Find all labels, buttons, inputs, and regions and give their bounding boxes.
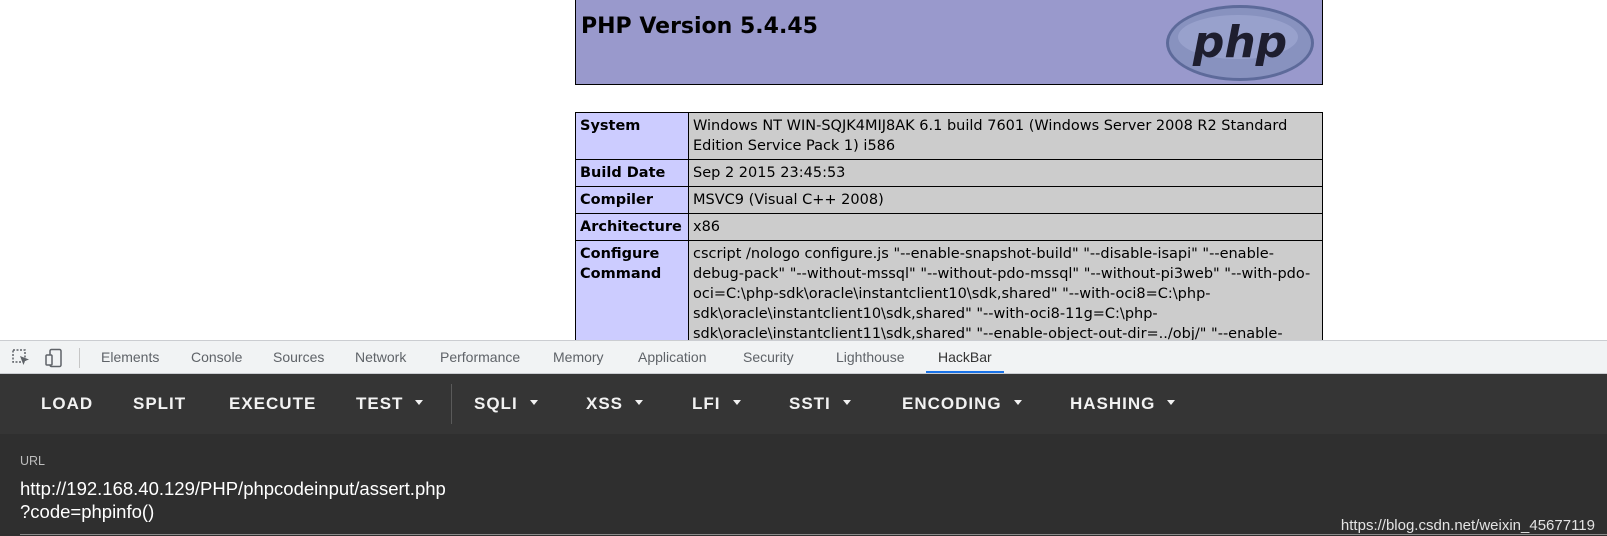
xss-dropdown[interactable]: XSS xyxy=(586,374,644,434)
encoding-dropdown[interactable]: ENCODING xyxy=(902,374,1022,434)
php-logo: php xyxy=(1166,5,1314,81)
row-key: System xyxy=(575,112,689,160)
php-header: PHP Version 5.4.45 php xyxy=(575,0,1323,85)
caret-down-icon xyxy=(1167,400,1176,406)
table-row: Build Date Sep 2 2015 23:45:53 xyxy=(575,159,1323,187)
tab-elements[interactable]: Elements xyxy=(99,341,161,373)
lfi-dropdown[interactable]: LFI xyxy=(692,374,741,434)
row-value: x86 xyxy=(688,213,1323,241)
tab-console[interactable]: Console xyxy=(189,341,244,373)
url-input-line-2[interactable]: ?code=phpinfo() xyxy=(20,501,154,523)
encoding-dropdown-label: ENCODING xyxy=(902,394,1002,413)
table-row: Architecture x86 xyxy=(575,213,1323,241)
php-logo-text: php xyxy=(1192,17,1287,68)
execute-button-label: EXECUTE xyxy=(229,394,317,413)
tab-hackbar[interactable]: HackBar xyxy=(926,341,1004,373)
hackbar-panel: LOAD SPLIT EXECUTE TEST SQLI XSS LFI SST… xyxy=(0,374,1607,536)
phpinfo-table: System Windows NT WIN-SQJK4MIJ8AK 6.1 bu… xyxy=(575,112,1323,340)
lfi-dropdown-label: LFI xyxy=(692,394,721,413)
tab-sources[interactable]: Sources xyxy=(271,341,326,373)
row-value: MSVC9 (Visual C++ 2008) xyxy=(688,186,1323,214)
ssti-dropdown[interactable]: SSTI xyxy=(789,374,851,434)
devtools-tab-bar: Elements Console Sources Network Perform… xyxy=(0,340,1607,374)
phpinfo-page: PHP Version 5.4.45 php System Windows NT… xyxy=(0,0,1607,340)
tab-security[interactable]: Security xyxy=(741,341,796,373)
table-row: Compiler MSVC9 (Visual C++ 2008) xyxy=(575,186,1323,214)
table-row: Configure Command cscript /nologo config… xyxy=(575,240,1323,340)
sqli-dropdown-label: SQLI xyxy=(474,394,518,413)
page-title: PHP Version 5.4.45 xyxy=(581,14,818,39)
row-value: Sep 2 2015 23:45:53 xyxy=(688,159,1323,187)
caret-down-icon xyxy=(529,400,538,406)
hashing-dropdown[interactable]: HASHING xyxy=(1070,374,1176,434)
toolbar-divider xyxy=(79,348,80,368)
sqli-dropdown[interactable]: SQLI xyxy=(474,374,538,434)
ssti-dropdown-label: SSTI xyxy=(789,394,831,413)
hackbar-toolbar: LOAD SPLIT EXECUTE TEST SQLI XSS LFI SST… xyxy=(0,374,1607,434)
tab-lighthouse[interactable]: Lighthouse xyxy=(834,341,907,373)
split-button[interactable]: SPLIT xyxy=(133,374,186,434)
xss-dropdown-label: XSS xyxy=(586,394,624,413)
tab-network[interactable]: Network xyxy=(353,341,408,373)
tab-performance[interactable]: Performance xyxy=(438,341,522,373)
tab-memory[interactable]: Memory xyxy=(551,341,606,373)
execute-button[interactable]: EXECUTE xyxy=(229,374,316,434)
device-toolbar-icon[interactable] xyxy=(43,347,65,369)
row-key: Build Date xyxy=(575,159,689,187)
hashing-dropdown-label: HASHING xyxy=(1070,394,1156,413)
test-dropdown-label: TEST xyxy=(356,394,404,413)
load-button[interactable]: LOAD xyxy=(41,374,93,434)
watermark: https://blog.csdn.net/weixin_45677119 xyxy=(1340,517,1595,534)
row-key: Configure Command xyxy=(575,240,689,340)
test-dropdown[interactable]: TEST xyxy=(356,374,424,434)
url-input-line-1[interactable]: http://192.168.40.129/PHP/phpcodeinput/a… xyxy=(20,478,446,500)
row-value: cscript /nologo configure.js "--enable-s… xyxy=(688,240,1323,340)
row-value: Windows NT WIN-SQJK4MIJ8AK 6.1 build 760… xyxy=(688,112,1323,160)
caret-down-icon xyxy=(635,400,644,406)
split-button-label: SPLIT xyxy=(133,394,187,413)
caret-down-icon xyxy=(1013,400,1022,406)
caret-down-icon xyxy=(732,400,741,406)
url-input-underline xyxy=(20,534,1607,535)
load-button-label: LOAD xyxy=(41,394,94,413)
row-key: Compiler xyxy=(575,186,689,214)
row-key: Architecture xyxy=(575,213,689,241)
url-label: URL xyxy=(20,454,46,468)
caret-down-icon xyxy=(842,400,851,406)
toolbar-divider xyxy=(451,384,452,424)
inspect-element-icon[interactable] xyxy=(10,347,32,369)
table-row: System Windows NT WIN-SQJK4MIJ8AK 6.1 bu… xyxy=(575,112,1323,160)
tab-application[interactable]: Application xyxy=(636,341,709,373)
caret-down-icon xyxy=(415,400,424,406)
hackbar-url-section: URL http://192.168.40.129/PHP/phpcodeinp… xyxy=(0,434,1607,536)
